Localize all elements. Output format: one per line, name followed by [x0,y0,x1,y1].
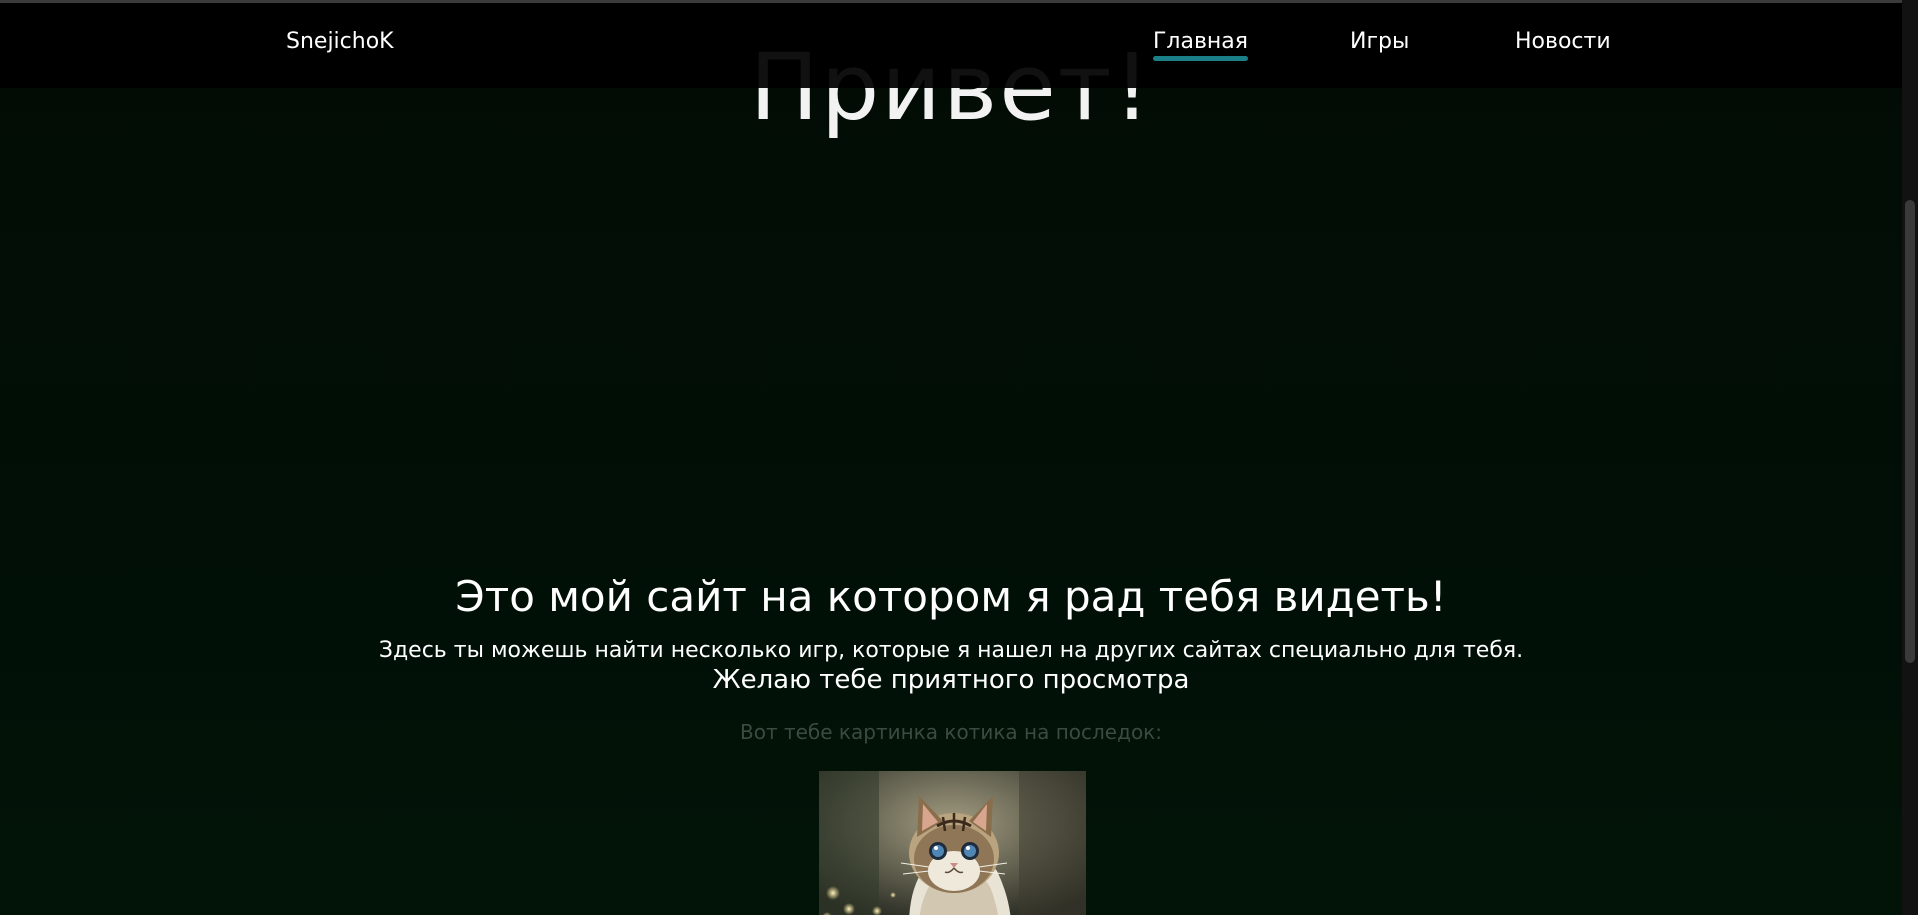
nav-link-home[interactable]: Главная [1153,29,1249,61]
navbar: SnejichoK Главная Игры Новости [0,3,1902,88]
vertical-scrollbar[interactable] [1902,0,1918,915]
nav-link-news[interactable]: Новости [1515,29,1611,54]
brand-logo-link[interactable]: SnejichoK [286,29,394,54]
wish-text: Желаю тебе приятного просмотра [712,665,1190,695]
active-nav-indicator [1153,56,1249,61]
intro-text: Здесь ты можешь найти несколько игр, кот… [378,638,1524,663]
nav-link-games[interactable]: Игры [1350,29,1409,54]
browser-viewport: Привет! SnejichoK Главная Игры Новости Э… [0,0,1918,915]
kitten-image [819,771,1086,915]
welcome-heading: Это мой сайт на котором я рад тебя видет… [455,572,1447,621]
kitten-photo-icon [819,771,1086,915]
page-content: Привет! SnejichoK Главная Игры Новости Э… [0,0,1902,915]
nav-link-games-label: Игры [1350,29,1410,54]
window-top-border [0,0,1918,3]
scrollbar-thumb[interactable] [1905,200,1915,663]
nav-link-news-label: Новости [1515,29,1611,54]
nav-link-home-label: Главная [1153,29,1249,54]
kitten-caption: Вот тебе картинка котика на последок: [740,720,1162,744]
